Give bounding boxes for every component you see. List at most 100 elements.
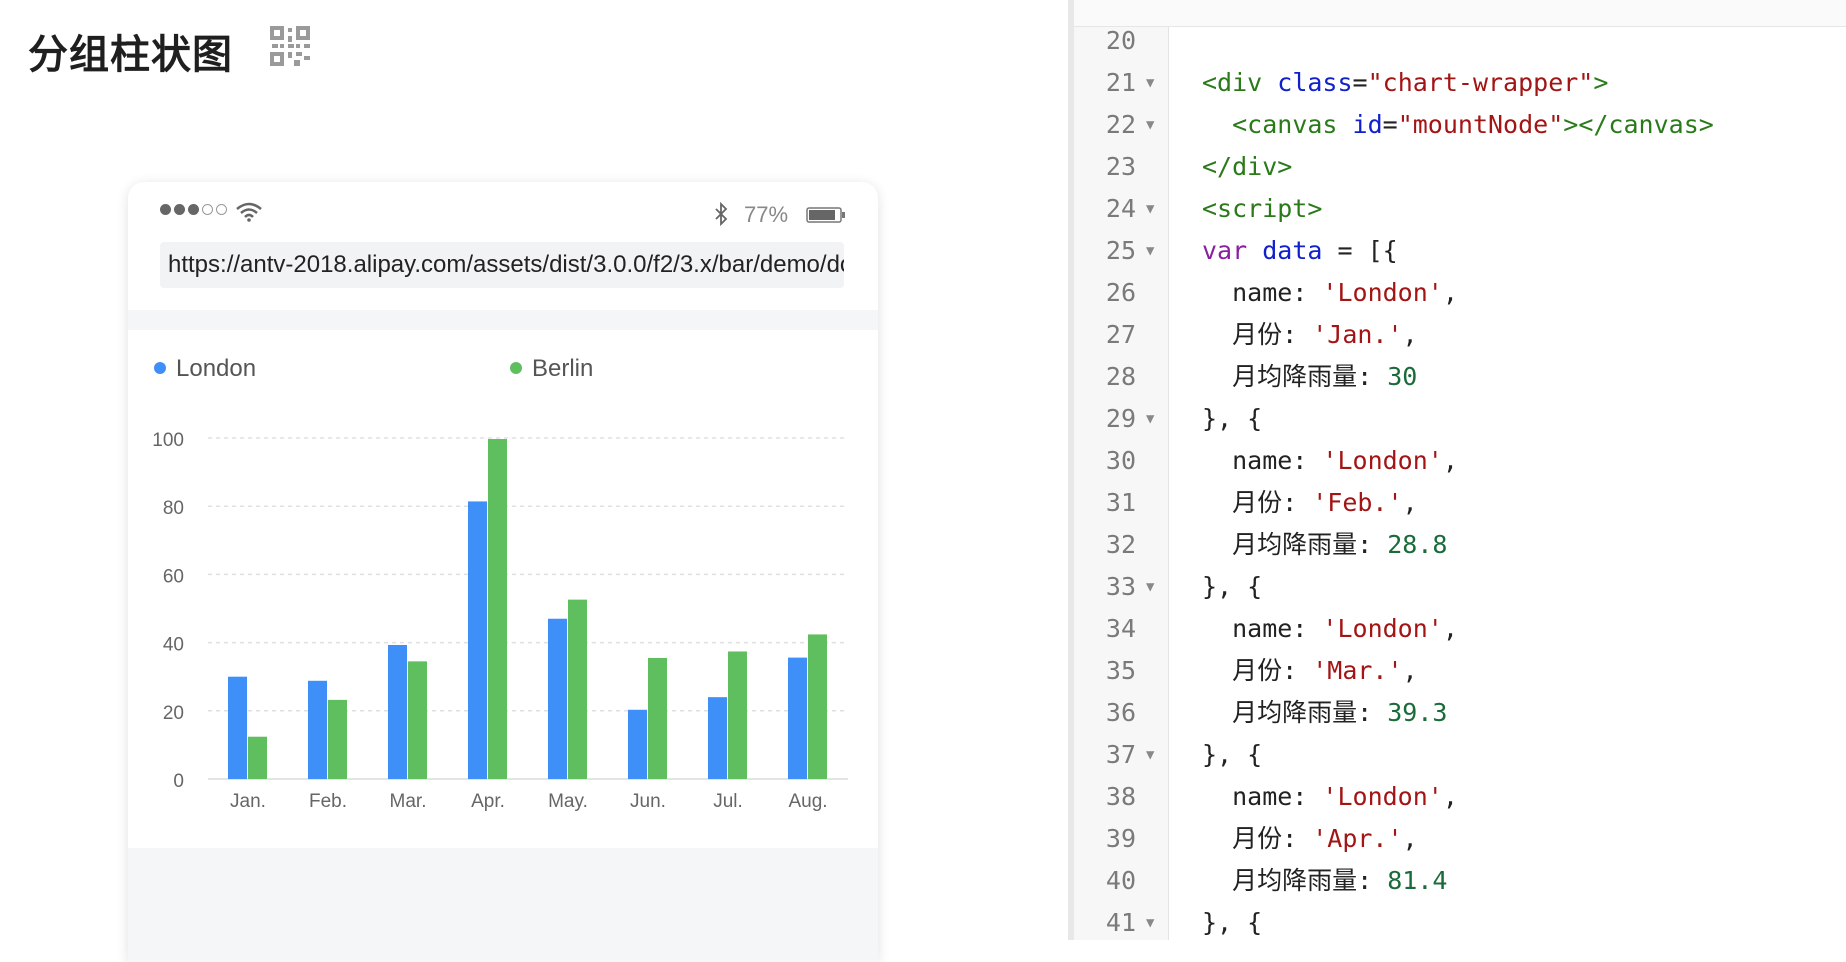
code-line[interactable]: 24 ▼ <script> bbox=[1074, 188, 1846, 230]
code-line[interactable]: 37 ▼}, { bbox=[1074, 734, 1846, 776]
code-line[interactable]: 21 ▼ <div class="chart-wrapper"> bbox=[1074, 62, 1846, 104]
code-token: = [{ bbox=[1322, 236, 1398, 265]
url-field[interactable]: https://antv-2018.alipay.com/assets/dist… bbox=[160, 242, 844, 288]
code-line[interactable]: 23 </div> bbox=[1074, 146, 1846, 188]
code-text: var data = [{ bbox=[1202, 230, 1398, 272]
code-line[interactable]: 32 月均降雨量: 28.8 bbox=[1074, 524, 1846, 566]
code-line[interactable]: 27 月份: 'Jan.', bbox=[1074, 314, 1846, 356]
code-line[interactable]: 33 ▼ }, { bbox=[1074, 566, 1846, 608]
code-token: 'Feb.' bbox=[1312, 488, 1403, 517]
line-number: 41 bbox=[1105, 908, 1136, 937]
code-token: = bbox=[1352, 68, 1368, 97]
fold-arrow-icon[interactable]: ▼ bbox=[1146, 62, 1154, 104]
fold-arrow-icon[interactable]: ▼ bbox=[1146, 188, 1154, 230]
code-token: }, { bbox=[1202, 740, 1263, 769]
code-token: 月均降雨量: bbox=[1202, 698, 1388, 727]
line-number: 31 bbox=[1105, 488, 1136, 517]
code-token: 30 bbox=[1387, 362, 1418, 391]
code-line[interactable]: 26 name: 'London', bbox=[1074, 272, 1846, 314]
y-tick-label: 80 bbox=[163, 498, 184, 519]
code-token: id bbox=[1352, 110, 1383, 139]
legend-label: London bbox=[176, 355, 256, 382]
x-tick-label: Feb. bbox=[309, 791, 347, 812]
code-token: class bbox=[1277, 68, 1353, 97]
code-token: , bbox=[1442, 446, 1458, 475]
code-token: 月份: bbox=[1202, 320, 1313, 349]
fold-arrow-icon[interactable]: ▼ bbox=[1146, 902, 1154, 944]
line-number: 28 bbox=[1105, 362, 1136, 391]
legend-marker bbox=[510, 362, 522, 374]
x-tick-label: Mar. bbox=[390, 791, 427, 812]
line-number: 24 bbox=[1105, 194, 1136, 223]
code-line[interactable]: 31 月份: 'Feb.', bbox=[1074, 482, 1846, 524]
fold-arrow-icon[interactable]: ▼ bbox=[1146, 230, 1154, 272]
code-line[interactable]: 28 月均降雨量: 30 bbox=[1074, 356, 1846, 398]
code-text: 月均降雨量: 81.4 bbox=[1202, 860, 1447, 902]
bar bbox=[728, 651, 747, 779]
code-text: 月份: 'Feb.', bbox=[1202, 482, 1418, 524]
code-text: name: 'London', bbox=[1202, 272, 1458, 314]
bar bbox=[628, 709, 647, 779]
code-text: }, { bbox=[1202, 902, 1262, 944]
code-line[interactable]: 34 name: 'London', bbox=[1074, 608, 1846, 650]
code-line[interactable]: 29 ▼}, { bbox=[1074, 398, 1846, 440]
code-line[interactable]: 41 ▼ }, { bbox=[1074, 902, 1846, 944]
code-line[interactable]: 20 bbox=[1074, 20, 1846, 62]
code-line[interactable]: 35 月份: 'Mar.', bbox=[1074, 650, 1846, 692]
fold-arrow-icon[interactable]: ▼ bbox=[1146, 566, 1154, 608]
code-line[interactable]: 22 ▼ <canvas id="mountNode"></canvas> bbox=[1074, 104, 1846, 146]
chart-container: London Berlin 0 20 40 60 80 100 Jan. Feb. Mar. Apr.… bbox=[128, 330, 878, 848]
battery-percent: 77% bbox=[744, 202, 789, 227]
bar bbox=[408, 661, 427, 779]
code-line[interactable]: 30 name: 'London', bbox=[1074, 440, 1846, 482]
code-token: 81.4 bbox=[1387, 866, 1448, 895]
code-token: "chart-wrapper" bbox=[1367, 68, 1594, 97]
code-token: 月份: bbox=[1202, 656, 1313, 685]
code-line[interactable]: 38 name: 'London', bbox=[1074, 776, 1846, 818]
code-token: , bbox=[1402, 824, 1418, 853]
line-number: 33 bbox=[1105, 572, 1136, 601]
code-token: ></canvas> bbox=[1563, 110, 1714, 139]
bar bbox=[488, 439, 507, 779]
line-number: 36 bbox=[1105, 698, 1136, 727]
line-number: 34 bbox=[1105, 614, 1136, 643]
code-text: <script> bbox=[1202, 188, 1322, 230]
code-token: 'Apr.' bbox=[1312, 824, 1403, 853]
fold-arrow-icon[interactable]: ▼ bbox=[1146, 398, 1154, 440]
signal-dots-icon bbox=[160, 204, 227, 215]
fold-arrow-icon[interactable]: ▼ bbox=[1146, 104, 1154, 146]
code-token: }, { bbox=[1202, 404, 1263, 433]
code-text: }, { bbox=[1202, 566, 1262, 608]
fold-arrow-icon[interactable]: ▼ bbox=[1146, 734, 1154, 776]
code-token: "mountNode" bbox=[1397, 110, 1564, 139]
code-text: }, { bbox=[1202, 734, 1262, 776]
code-line[interactable]: 36 月均降雨量: 39.3 bbox=[1074, 692, 1846, 734]
code-text: </div> bbox=[1202, 146, 1292, 188]
code-token: , bbox=[1402, 488, 1418, 517]
code-line[interactable]: 25 ▼ var data = [{ bbox=[1074, 230, 1846, 272]
code-token: name: bbox=[1202, 782, 1323, 811]
code-editor[interactable]: 20 21 ▼ <div class="chart-wrapper"> 22 ▼ <can… bbox=[1068, 0, 1846, 940]
bluetooth-icon bbox=[715, 202, 728, 226]
y-tick-label: 20 bbox=[163, 703, 184, 724]
battery-icon bbox=[806, 207, 845, 223]
bar bbox=[568, 599, 587, 779]
address-bar: https://antv-2018.alipay.com/assets/dist… bbox=[128, 240, 878, 310]
status-bar: 77% bbox=[128, 182, 878, 240]
code-token: 月均降雨量: bbox=[1202, 362, 1388, 391]
code-text: <div class="chart-wrapper"> bbox=[1202, 62, 1608, 104]
qr-code-icon[interactable] bbox=[270, 26, 310, 66]
code-lines[interactable]: 20 21 ▼ <div class="chart-wrapper"> 22 ▼ <can… bbox=[1074, 20, 1846, 944]
x-tick-label: Apr. bbox=[471, 791, 505, 812]
legend-marker bbox=[154, 362, 166, 374]
code-token: 月份: bbox=[1202, 824, 1313, 853]
page-title: 分组柱状图 bbox=[28, 32, 233, 78]
code-text: 月份: 'Mar.', bbox=[1202, 650, 1418, 692]
bar bbox=[708, 697, 727, 779]
code-token: , bbox=[1402, 320, 1418, 349]
code-token: name: bbox=[1202, 446, 1323, 475]
code-line[interactable]: 40 月均降雨量: 81.4 bbox=[1074, 860, 1846, 902]
bar bbox=[468, 501, 487, 779]
code-line[interactable]: 39 月份: 'Apr.', bbox=[1074, 818, 1846, 860]
